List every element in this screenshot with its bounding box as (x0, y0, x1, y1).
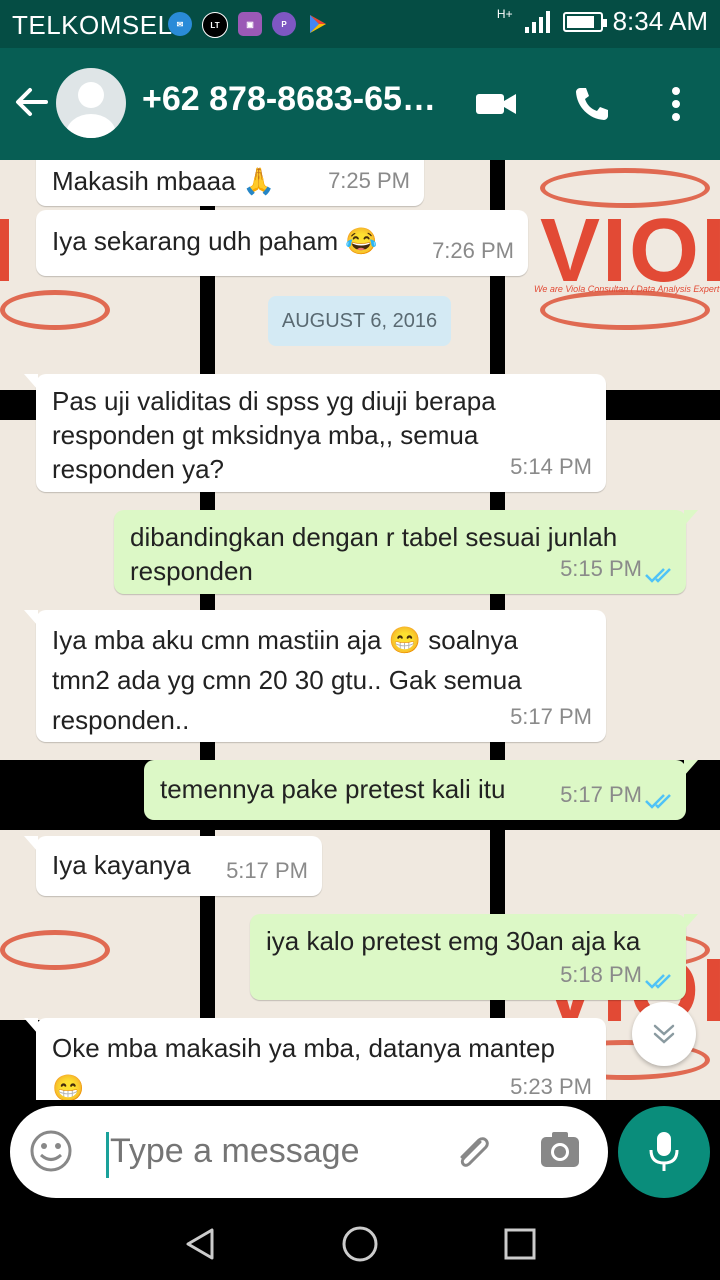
message-incoming[interactable]: Iya mba aku cmn mastiin aja 😁 soalnya tm… (24, 610, 606, 742)
message-text: iya kalo pretest emg 30an aja ka (266, 926, 641, 956)
message-outgoing[interactable]: dibandingkan dengan r tabel sesuai junla… (114, 510, 698, 594)
message-input[interactable] (110, 1132, 430, 1171)
chat-header: +62 878-8683-65… (0, 48, 720, 160)
voice-message-button[interactable] (618, 1106, 710, 1198)
gallery-icon: ▣ (238, 12, 262, 36)
message-incoming[interactable]: Iya sekarang udh paham 😂 7:26 PM (36, 210, 528, 276)
message-icon: ✉ (168, 12, 192, 36)
chat-area[interactable]: VIOLA I VIOLA We are Viola Consultan ( D… (0, 160, 720, 1100)
wallpaper-tagline: We are Viola Consultan ( Data Analysis E… (534, 284, 720, 294)
triangle-back-icon (186, 1228, 214, 1260)
circle-home-icon (342, 1226, 378, 1262)
nav-home-button[interactable] (338, 1222, 382, 1266)
battery-icon (562, 11, 607, 32)
message-outgoing[interactable]: temennya pake pretest kali itu 5:17 PM (144, 760, 698, 820)
kebab-menu-icon (672, 87, 680, 121)
message-incoming[interactable]: Pas uji validitas di spss yg diuji berap… (24, 374, 606, 492)
emoji-button[interactable] (28, 1128, 74, 1179)
double-chevron-down-icon (653, 1024, 675, 1044)
camera-button[interactable] (536, 1126, 584, 1179)
attach-button[interactable] (450, 1128, 496, 1179)
message-text: Pas uji validitas di spss yg diuji berap… (52, 386, 496, 484)
more-options-button[interactable] (650, 78, 702, 130)
message-time: 7:26 PM (432, 238, 514, 263)
notification-icons: ✉ LT ▣ P (168, 12, 330, 38)
signal-icon (524, 10, 550, 33)
message-text: Makasih mbaaa 🙏 (52, 166, 276, 196)
message-time: 5:15 PM (560, 556, 642, 581)
message-time: 7:25 PM (328, 168, 410, 193)
microphone-icon (649, 1132, 679, 1171)
message-text: temennya pake pretest kali itu (160, 774, 506, 804)
paperclip-icon (460, 1137, 489, 1167)
text-cursor (106, 1132, 109, 1178)
message-time: 5:17 PM (560, 782, 642, 807)
read-ticks-icon (645, 794, 671, 809)
message-incoming[interactable]: Makasih mbaaa 🙏 7:25 PM (36, 160, 424, 206)
nav-recents-button[interactable] (498, 1222, 542, 1266)
square-recents-icon (504, 1228, 536, 1260)
message-time: 5:17 PM (510, 704, 592, 729)
message-outgoing[interactable]: iya kalo pretest emg 30an aja ka 5:18 PM (250, 914, 698, 1000)
status-bar: TELKOMSEL ✉ LT ▣ P H+ 8:34 AM (0, 0, 720, 48)
contact-name[interactable]: +62 878-8683-65… (142, 80, 442, 119)
message-composer (0, 1100, 720, 1208)
arrow-left-icon (16, 88, 48, 116)
network-type: H+ (496, 6, 513, 21)
carrier-name: TELKOMSEL (12, 10, 173, 40)
video-camera-icon (476, 94, 516, 114)
message-text: Iya mba aku cmn mastiin aja 😁 soalnya tm… (52, 625, 522, 735)
message-text: Iya sekarang udh paham 😂 (52, 226, 378, 256)
system-navigation-bar (0, 1208, 720, 1280)
contact-avatar[interactable] (56, 68, 126, 138)
message-input-container[interactable] (10, 1106, 608, 1198)
smiley-icon (30, 1130, 72, 1172)
line-today-icon: LT (202, 12, 228, 38)
message-text: Iya kayanya (52, 850, 191, 880)
video-call-button[interactable] (470, 78, 522, 130)
message-incoming[interactable]: Oke mba makasih ya mba, datanya mantep 😁… (24, 1018, 606, 1100)
back-button[interactable] (14, 84, 50, 125)
date-separator: AUGUST 6, 2016 (268, 296, 451, 346)
camera-icon (541, 1132, 579, 1167)
message-time: 5:14 PM (510, 454, 592, 479)
play-store-icon (306, 12, 330, 36)
nav-back-button[interactable] (178, 1222, 222, 1266)
message-time: 5:18 PM (560, 962, 642, 987)
status-clock: 8:34 AM (612, 6, 708, 36)
phone-icon (576, 88, 608, 120)
message-time: 5:23 PM (510, 1074, 592, 1099)
voice-call-button[interactable] (566, 78, 618, 130)
p-app-icon: P (272, 12, 296, 36)
scroll-to-bottom-button[interactable] (632, 1002, 696, 1066)
message-time: 5:17 PM (226, 858, 308, 883)
read-ticks-icon (645, 974, 671, 989)
message-incoming[interactable]: Iya kayanya 5:17 PM (24, 836, 322, 896)
read-ticks-icon (645, 568, 671, 583)
default-avatar-icon (66, 82, 116, 138)
